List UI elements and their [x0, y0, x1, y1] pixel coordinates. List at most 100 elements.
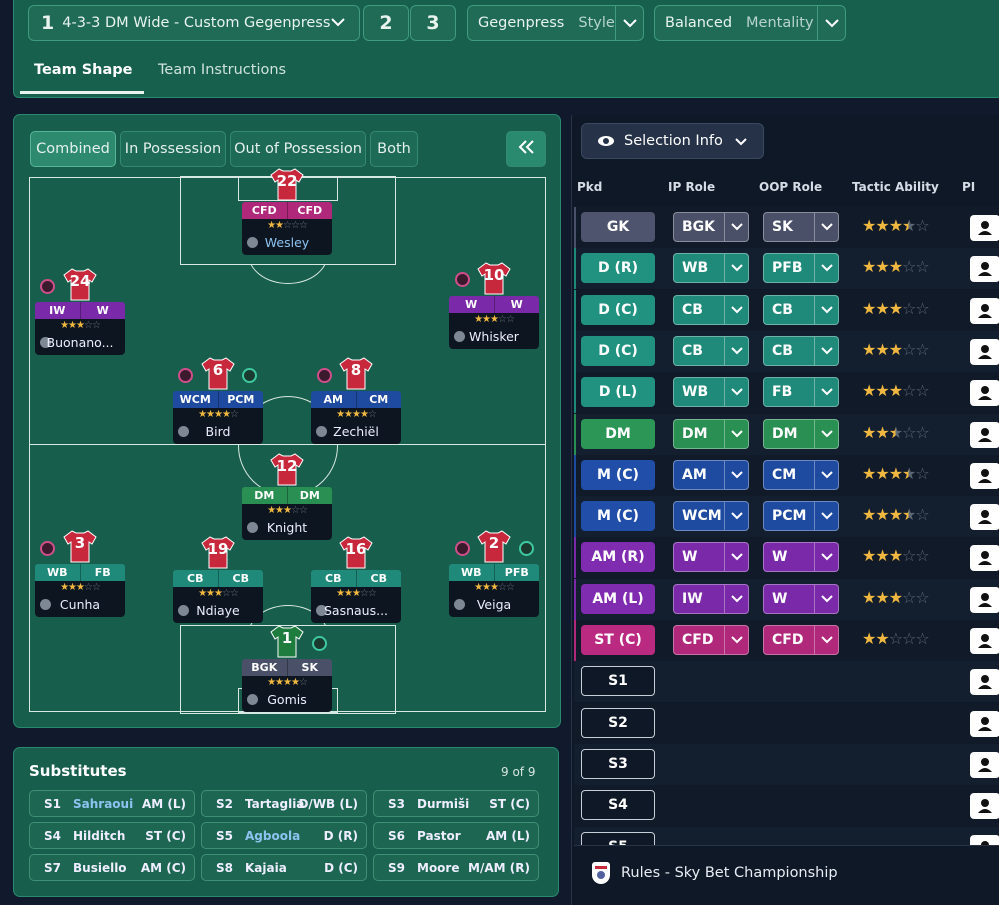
ip-role-dropdown[interactable]: W: [673, 542, 749, 573]
player-instructions-button[interactable]: [970, 421, 999, 448]
player-marker[interactable]: 12 DM DM ★★★☆☆ Knight: [242, 453, 332, 545]
position-label: GK: [606, 219, 630, 235]
position-button[interactable]: GK: [581, 212, 655, 242]
ip-role-dropdown[interactable]: WB: [673, 377, 749, 408]
player-instructions-button[interactable]: [970, 504, 999, 531]
position-button[interactable]: D (L): [581, 377, 655, 408]
position-button[interactable]: AM (L): [581, 583, 655, 614]
player-marker[interactable]: 3 WB FB ★★★☆☆ Cunha: [35, 530, 125, 622]
oop-role-dropdown[interactable]: CFD: [763, 625, 839, 655]
role-bar: DM DM: [242, 487, 332, 504]
ip-role-dropdown[interactable]: AM: [673, 459, 749, 490]
ip-role-dropdown[interactable]: WCM: [673, 501, 749, 532]
substitute-item[interactable]: S3 Durmiši ST (C): [373, 790, 539, 817]
selection-info-button[interactable]: Selection Info: [581, 123, 764, 159]
ip-role-dropdown[interactable]: WB: [673, 253, 749, 284]
player-marker[interactable]: 16 CB CB ★★★☆☆ Sasnaus...: [311, 536, 401, 628]
player-marker[interactable]: 19 CB CB ★★★☆☆ Ndiaye: [173, 536, 263, 628]
substitute-item[interactable]: S7 Busiello AM (C): [29, 854, 195, 881]
position-button[interactable]: M (C): [581, 501, 655, 532]
oop-role-dropdown[interactable]: CM: [763, 459, 839, 490]
substitute-item[interactable]: S4 Hilditch ST (C): [29, 822, 195, 849]
position-button[interactable]: D (C): [581, 294, 655, 325]
tactic-slot-2-button[interactable]: 2: [363, 5, 409, 41]
player-marker[interactable]: 8 AM CM ★★★★☆ Zechiël: [311, 357, 401, 449]
oop-role-dropdown[interactable]: W: [763, 542, 839, 573]
player-marker[interactable]: 2 WB PFB ★★★☆☆ Veiga: [449, 530, 539, 622]
toggle-both[interactable]: Both: [370, 131, 418, 167]
player-instructions-button[interactable]: [970, 586, 999, 613]
player-instructions-button[interactable]: [970, 380, 999, 407]
ip-role-dropdown[interactable]: IW: [673, 583, 749, 614]
tactic-ability-stars: ★★★☆☆: [862, 298, 930, 318]
ip-role-dropdown[interactable]: BGK: [673, 212, 749, 242]
player-marker[interactable]: 6 WCM PCM ★★★★☆ Bird: [173, 357, 263, 449]
style-dropdown[interactable]: Gegenpress Style: [467, 5, 644, 41]
ip-role-dropdown[interactable]: DM: [673, 418, 749, 449]
sub-slot-button[interactable]: S1: [581, 666, 655, 697]
player-instructions-button[interactable]: [970, 215, 999, 241]
position-button[interactable]: D (C): [581, 335, 655, 366]
player-instructions-button[interactable]: [970, 669, 999, 696]
position-button[interactable]: AM (R): [581, 542, 655, 573]
player-name: Knight: [266, 520, 308, 535]
ip-role-dropdown[interactable]: CB: [673, 294, 749, 325]
player-instructions-button[interactable]: [970, 710, 999, 737]
player-marker[interactable]: 22 CFD CFD ★★☆☆☆ Wesley: [242, 168, 332, 260]
player-instructions-button[interactable]: [970, 338, 999, 365]
oop-role-dropdown[interactable]: CB: [763, 294, 839, 325]
ip-role-dropdown[interactable]: CB: [673, 335, 749, 366]
oop-role-dropdown[interactable]: SK: [763, 212, 839, 242]
person-icon: [978, 386, 992, 401]
substitute-item[interactable]: S9 Moore M/AM (R): [373, 854, 539, 881]
oop-role-dropdown[interactable]: PFB: [763, 253, 839, 284]
player-marker[interactable]: 24 IW W ★★★☆☆ Buonano...: [35, 268, 125, 360]
position-button[interactable]: M (C): [581, 459, 655, 490]
tactic-slot-3-button[interactable]: 3: [410, 5, 456, 41]
player-instructions-button[interactable]: [970, 297, 999, 324]
sub-name: Kajaia: [245, 860, 287, 875]
shirt-icon: 16: [338, 534, 374, 570]
oop-role-dropdown[interactable]: CB: [763, 335, 839, 366]
oop-role-dropdown[interactable]: DM: [763, 418, 839, 449]
substitute-item[interactable]: S6 Pastor AM (L): [373, 822, 539, 849]
substitute-item[interactable]: S2 Tartaglia D/WB (L): [201, 790, 367, 817]
tactic-ability-stars: ★★★★☆: [862, 505, 930, 525]
substitute-item[interactable]: S8 Kajaia D (C): [201, 854, 367, 881]
player-instructions-button[interactable]: [970, 256, 999, 283]
table-row: AM (R) W W ★★★☆☆: [574, 537, 999, 579]
substitute-item[interactable]: S5 Agboola D (R): [201, 822, 367, 849]
row-accent: [574, 330, 576, 372]
position-label: D (C): [598, 301, 638, 318]
ip-role: WB: [35, 564, 81, 581]
tab-team-instructions[interactable]: Team Instructions: [158, 62, 286, 78]
collapse-button[interactable]: [506, 131, 546, 167]
shirt-icon: 3: [62, 528, 98, 564]
position-button[interactable]: DM: [581, 418, 655, 449]
toggle-out-of-possession[interactable]: Out of Possession: [230, 131, 366, 167]
sub-slot-button[interactable]: S4: [581, 790, 655, 821]
person-icon: [978, 468, 992, 483]
mentality-dropdown[interactable]: Balanced Mentality: [654, 5, 846, 41]
sub-slot-button[interactable]: S2: [581, 707, 655, 738]
table-row: S4: [574, 785, 999, 827]
player-marker[interactable]: 1 BGK SK ★★★★☆ Gomis: [242, 625, 332, 717]
ip-role-dropdown[interactable]: CFD: [673, 625, 749, 655]
oop-role-dropdown[interactable]: W: [763, 583, 839, 614]
substitute-item[interactable]: S1 Sahraoui AM (L): [29, 790, 195, 817]
player-instructions-button[interactable]: [970, 545, 999, 572]
player-marker[interactable]: 10 WW ★★★☆☆ Whisker: [449, 262, 539, 354]
player-instructions-button[interactable]: [970, 628, 999, 654]
player-instructions-button[interactable]: [970, 751, 999, 778]
toggle-combined[interactable]: Combined: [30, 131, 116, 167]
tab-team-shape[interactable]: Team Shape: [34, 62, 133, 78]
oop-role-dropdown[interactable]: FB: [763, 377, 839, 408]
tactic-selector[interactable]: 1 4-3-3 DM Wide - Custom Gegenpress: [28, 5, 360, 41]
oop-role-dropdown[interactable]: PCM: [763, 501, 839, 532]
player-instructions-button[interactable]: [970, 793, 999, 820]
position-button[interactable]: ST (C): [581, 625, 655, 655]
position-button[interactable]: D (R): [581, 253, 655, 284]
sub-slot-button[interactable]: S3: [581, 748, 655, 779]
toggle-in-possession[interactable]: In Possession: [120, 131, 226, 167]
player-instructions-button[interactable]: [970, 462, 999, 489]
